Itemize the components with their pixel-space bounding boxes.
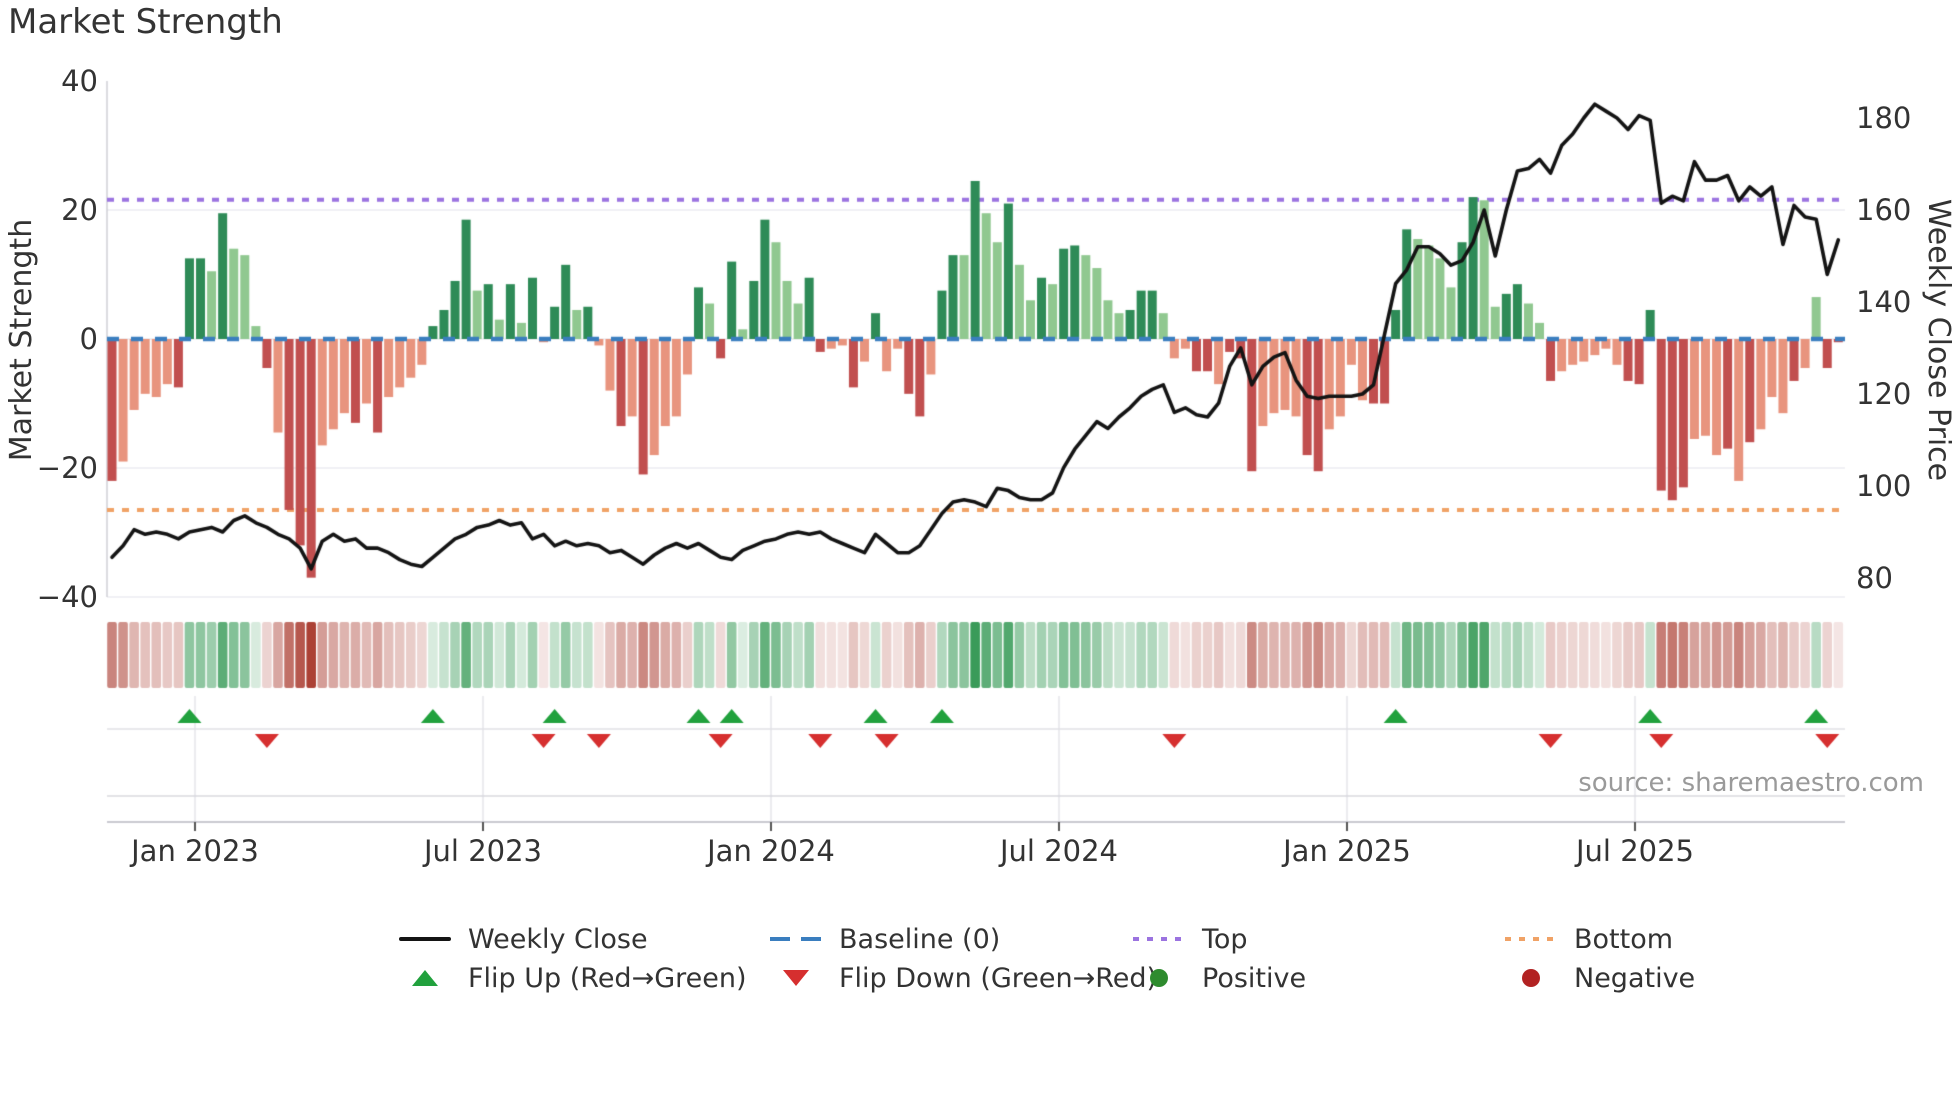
- x-tick-jan-2025: Jan 2025: [1283, 834, 1411, 868]
- legend-label: Baseline (0): [839, 923, 1001, 955]
- y-left-tick-m40: −40: [36, 580, 98, 614]
- chart-title: Market Strength: [8, 2, 283, 42]
- baseline-dash-icon: [765, 937, 827, 941]
- legend-label: Flip Up (Red→Green): [468, 962, 747, 994]
- legend-item-flip-down: Flip Down (Green→Red): [765, 961, 1157, 995]
- legend-item-bottom: Bottom: [1500, 922, 1673, 956]
- legend-label: Top: [1202, 923, 1248, 955]
- y-right-tick-180: 180: [1856, 101, 1912, 135]
- legend-label: Positive: [1202, 962, 1307, 994]
- legend-item-flip-up: Flip Up (Red→Green): [394, 961, 747, 995]
- legend-label: Bottom: [1574, 923, 1674, 955]
- legend-label: Negative: [1574, 962, 1696, 994]
- positive-circle-icon: [1128, 969, 1190, 987]
- legend-item-negative: Negative: [1500, 961, 1695, 995]
- weekly-close-line-icon: [394, 937, 456, 941]
- x-tick-jan-2024: Jan 2024: [707, 834, 835, 868]
- legend-item-positive: Positive: [1128, 961, 1306, 995]
- y-left-tick-40: 40: [61, 64, 98, 98]
- legend-item-baseline: Baseline (0): [765, 922, 1000, 956]
- x-tick-jan-2023: Jan 2023: [131, 834, 259, 868]
- flip-down-triangle-icon: [765, 970, 827, 986]
- top-dots-icon: [1128, 937, 1190, 941]
- negative-circle-icon: [1500, 969, 1562, 987]
- legend-item-top: Top: [1128, 922, 1248, 956]
- legend-label: Weekly Close: [468, 923, 648, 955]
- legend-label: Flip Down (Green→Red): [839, 962, 1158, 994]
- flip-up-triangle-icon: [394, 970, 456, 986]
- x-tick-jul-2025: Jul 2025: [1575, 834, 1694, 868]
- x-tick-jul-2023: Jul 2023: [423, 834, 542, 868]
- market-strength-chart: Market Strength 40 20 0 −20 −40 180 160 …: [0, 0, 1960, 1102]
- y-right-tick-80: 80: [1856, 561, 1893, 595]
- y-left-axis-label: Market Strength: [4, 218, 39, 462]
- legend-item-weekly-close: Weekly Close: [394, 922, 648, 956]
- x-tick-jul-2024: Jul 2024: [999, 834, 1118, 868]
- bottom-dots-icon: [1500, 937, 1562, 941]
- y-right-axis-label: Weekly Close Price: [1921, 198, 1956, 482]
- source-credit: source: sharemaestro.com: [1578, 768, 1924, 798]
